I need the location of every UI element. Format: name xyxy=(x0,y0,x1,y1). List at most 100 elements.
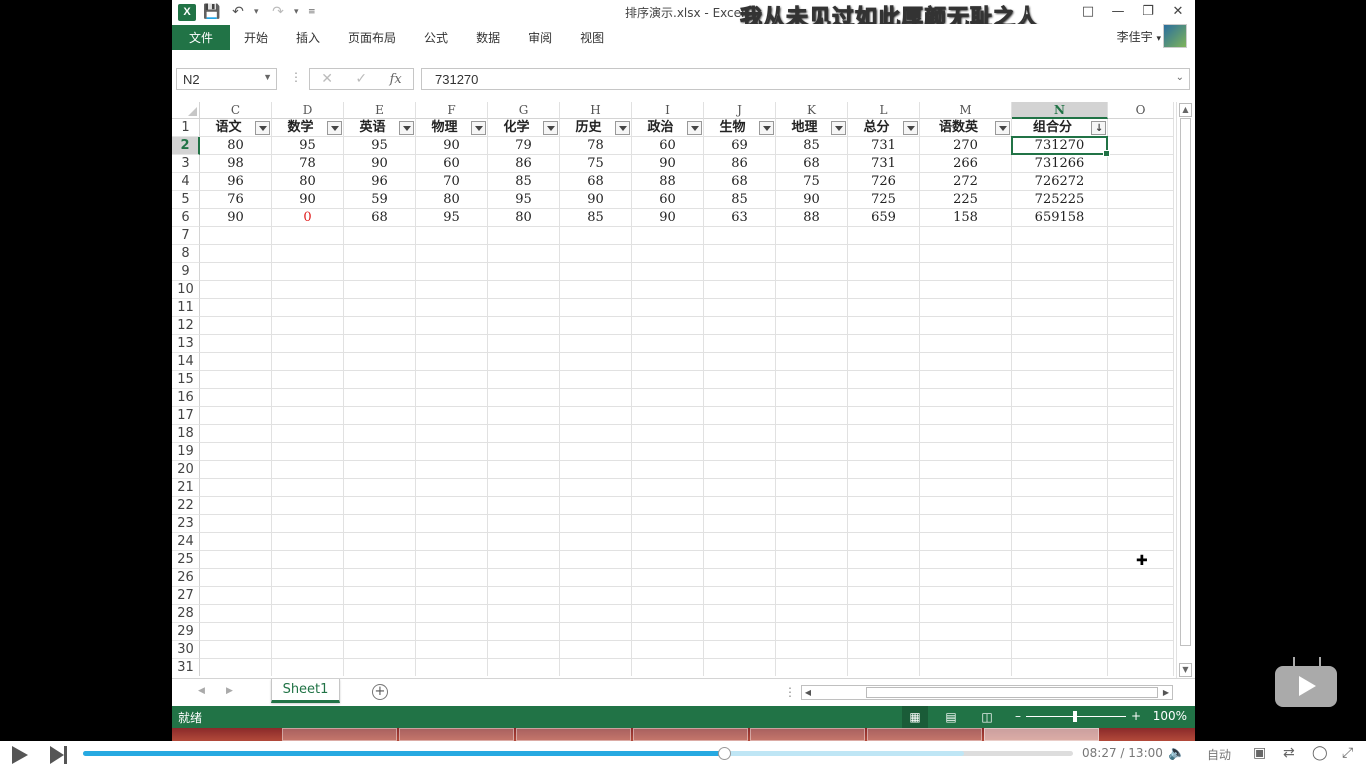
cell-o11[interactable] xyxy=(1108,299,1174,317)
cell-k29[interactable] xyxy=(776,623,848,641)
cell-o19[interactable] xyxy=(1108,443,1174,461)
cell-f19[interactable] xyxy=(416,443,488,461)
row-header-15[interactable]: 15 xyxy=(172,371,200,389)
cell-h5[interactable]: 90 xyxy=(560,191,632,209)
cell-i2[interactable]: 60 xyxy=(632,137,704,155)
filter-dropdown-icon[interactable] xyxy=(831,121,846,135)
cell-j15[interactable] xyxy=(704,371,776,389)
cell-o15[interactable] xyxy=(1108,371,1174,389)
cell-c28[interactable] xyxy=(200,605,272,623)
cell-i9[interactable] xyxy=(632,263,704,281)
cell-o21[interactable] xyxy=(1108,479,1174,497)
cell-n25[interactable] xyxy=(1012,551,1108,569)
cell-o1[interactable] xyxy=(1108,119,1174,137)
column-header-f[interactable]: F xyxy=(416,102,488,119)
cell-j10[interactable] xyxy=(704,281,776,299)
taskbar-item[interactable] xyxy=(750,728,865,741)
cell-h15[interactable] xyxy=(560,371,632,389)
zoom-out-icon[interactable]: – xyxy=(1015,709,1021,723)
cell-e20[interactable] xyxy=(344,461,416,479)
cell-i13[interactable] xyxy=(632,335,704,353)
cell-l20[interactable] xyxy=(848,461,920,479)
cancel-icon[interactable]: ✕ xyxy=(321,71,333,87)
cell-m24[interactable] xyxy=(920,533,1012,551)
cell-l24[interactable] xyxy=(848,533,920,551)
cell-e26[interactable] xyxy=(344,569,416,587)
cell-m23[interactable] xyxy=(920,515,1012,533)
cell-o16[interactable] xyxy=(1108,389,1174,407)
cell-f30[interactable] xyxy=(416,641,488,659)
cell-h21[interactable] xyxy=(560,479,632,497)
cell-k28[interactable] xyxy=(776,605,848,623)
cell-n1[interactable]: 组合分 xyxy=(1012,119,1108,137)
cell-f13[interactable] xyxy=(416,335,488,353)
cell-o20[interactable] xyxy=(1108,461,1174,479)
cell-m17[interactable] xyxy=(920,407,1012,425)
zoom-slider[interactable]: – + xyxy=(1015,709,1141,723)
cell-l10[interactable] xyxy=(848,281,920,299)
cell-j7[interactable] xyxy=(704,227,776,245)
cell-h4[interactable]: 68 xyxy=(560,173,632,191)
cell-l25[interactable] xyxy=(848,551,920,569)
cell-o18[interactable] xyxy=(1108,425,1174,443)
expand-formula-bar-icon[interactable]: ⌄ xyxy=(1176,72,1184,83)
cell-n12[interactable] xyxy=(1012,317,1108,335)
cell-l29[interactable] xyxy=(848,623,920,641)
cell-g11[interactable] xyxy=(488,299,560,317)
cell-e22[interactable] xyxy=(344,497,416,515)
column-header-m[interactable]: M xyxy=(920,102,1012,119)
column-header-k[interactable]: K xyxy=(776,102,848,119)
column-header-g[interactable]: G xyxy=(488,102,560,119)
cell-h22[interactable] xyxy=(560,497,632,515)
cell-n18[interactable] xyxy=(1012,425,1108,443)
cell-n13[interactable] xyxy=(1012,335,1108,353)
cell-d21[interactable] xyxy=(272,479,344,497)
cell-l12[interactable] xyxy=(848,317,920,335)
cell-o2[interactable] xyxy=(1108,137,1174,155)
cell-e30[interactable] xyxy=(344,641,416,659)
cell-k13[interactable] xyxy=(776,335,848,353)
cell-c4[interactable]: 96 xyxy=(200,173,272,191)
cell-k3[interactable]: 68 xyxy=(776,155,848,173)
cell-k21[interactable] xyxy=(776,479,848,497)
row-header-20[interactable]: 20 xyxy=(172,461,200,479)
cell-i10[interactable] xyxy=(632,281,704,299)
cell-g6[interactable]: 80 xyxy=(488,209,560,227)
cell-d24[interactable] xyxy=(272,533,344,551)
zoom-track[interactable] xyxy=(1026,710,1126,722)
column-header-l[interactable]: L xyxy=(848,102,920,119)
cell-f12[interactable] xyxy=(416,317,488,335)
cell-n29[interactable] xyxy=(1012,623,1108,641)
cell-k4[interactable]: 75 xyxy=(776,173,848,191)
cell-h30[interactable] xyxy=(560,641,632,659)
tab-split-grip-icon[interactable]: ⋮ xyxy=(784,685,796,699)
row-header-22[interactable]: 22 xyxy=(172,497,200,515)
row-header-31[interactable]: 31 xyxy=(172,659,200,676)
cell-o13[interactable] xyxy=(1108,335,1174,353)
cell-n20[interactable] xyxy=(1012,461,1108,479)
cell-n30[interactable] xyxy=(1012,641,1108,659)
cell-m1[interactable]: 语数英 xyxy=(920,119,1012,137)
cell-k6[interactable]: 88 xyxy=(776,209,848,227)
cell-j21[interactable] xyxy=(704,479,776,497)
cell-i6[interactable]: 90 xyxy=(632,209,704,227)
cell-c23[interactable] xyxy=(200,515,272,533)
cell-l9[interactable] xyxy=(848,263,920,281)
cell-i26[interactable] xyxy=(632,569,704,587)
cell-e25[interactable] xyxy=(344,551,416,569)
cell-f6[interactable]: 95 xyxy=(416,209,488,227)
cell-m5[interactable]: 225 xyxy=(920,191,1012,209)
cell-c20[interactable] xyxy=(200,461,272,479)
cell-c29[interactable] xyxy=(200,623,272,641)
cell-n2[interactable]: 731270 xyxy=(1012,137,1108,155)
formula-input[interactable]: 731270 ⌄ xyxy=(421,68,1190,90)
tab-review[interactable]: 审阅 xyxy=(514,25,566,50)
cell-l6[interactable]: 659 xyxy=(848,209,920,227)
cell-f16[interactable] xyxy=(416,389,488,407)
cell-j4[interactable]: 68 xyxy=(704,173,776,191)
cell-d31[interactable] xyxy=(272,659,344,676)
cell-g10[interactable] xyxy=(488,281,560,299)
cell-m13[interactable] xyxy=(920,335,1012,353)
cell-k9[interactable] xyxy=(776,263,848,281)
filter-dropdown-icon[interactable] xyxy=(399,121,414,135)
